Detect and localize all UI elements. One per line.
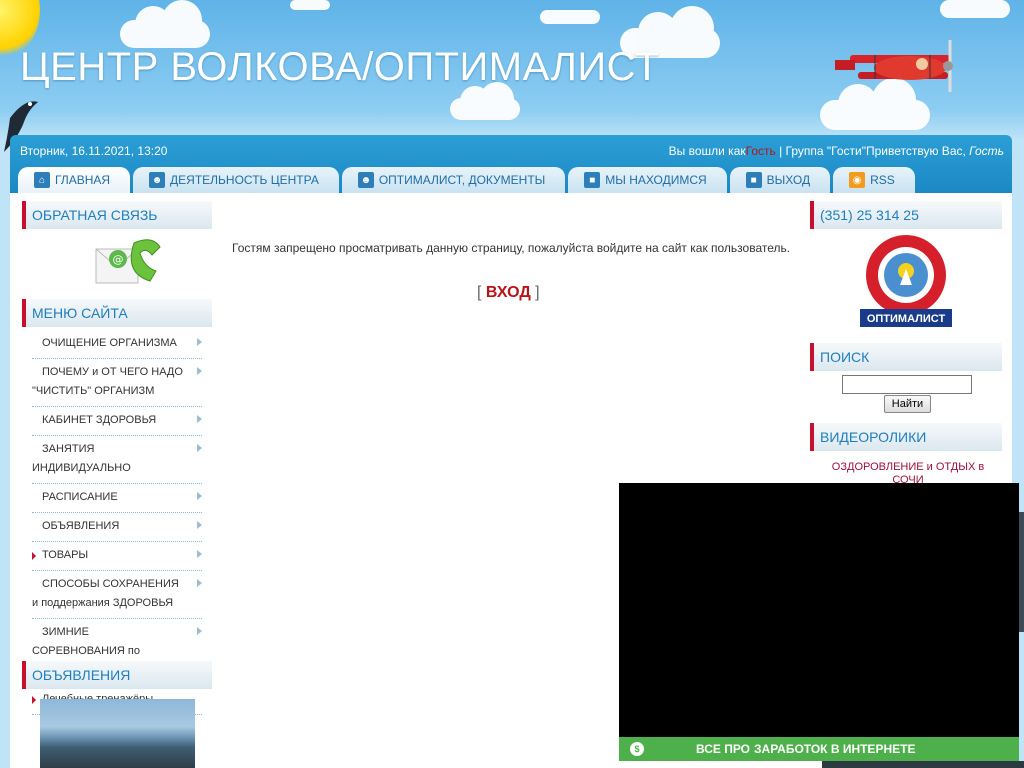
menu-item-health-methods[interactable]: СПОСОБЫ СОХРАНЕНИЯ и поддержания ЗДОРОВЬ… [32,571,202,619]
search-block-title: Поиск [810,343,1002,371]
menu-item-health-office[interactable]: КАБИНЕТ ЗДОРОВЬЯ [32,407,202,436]
chevron-right-icon [197,338,202,346]
bracket-open: [ [477,284,486,301]
chevron-right-icon [197,492,202,500]
feedback-mail-icon[interactable]: @ [94,237,162,291]
login-prefix: Вы вошли как [668,144,746,158]
optimalist-logo[interactable]: ОПТИМАЛИСТ [860,233,952,329]
menu-item-schedule[interactable]: РАСПИСАНИЕ [32,484,202,513]
site-title[interactable]: ЦЕНТР ВОЛКОВА/ОПТИМАЛИСТ [20,45,660,90]
svg-text:@: @ [113,253,124,266]
login-group: | Группа "Гости"Приветствую Вас, [775,144,970,158]
greeting-user: Гость [969,144,1004,158]
menu-item-label: ПОЧЕМУ и ОТ ЧЕГО НАДО "ЧИСТИТЬ" ОРГАНИЗМ [32,366,183,397]
menu-item-label: СПОСОБЫ СОХРАНЕНИЯ и поддержания ЗДОРОВЬ… [32,578,179,609]
video-promo-bar[interactable]: $ ВСЕ ПРО ЗАРАБОТОК В ИНТЕРНЕТЕ [619,737,1019,761]
site-menu: ОЧИЩЕНИЕ ОРГАНИЗМА ПОЧЕМУ и ОТ ЧЕГО НАДО… [32,330,202,715]
top-bar: Вторник, 16.11.2021, 13:20 Вы вошли какГ… [10,135,1012,193]
site-menu-title: Меню сайта [22,299,212,327]
tab-label: RSS [870,173,895,187]
tab-label: Главная [55,173,111,187]
cloud-decoration [120,0,210,48]
bracket-close: ] [530,284,540,301]
cloud-decoration [820,78,930,130]
cloud-decoration [290,0,330,10]
menu-item-announcements[interactable]: ОБЪЯВЛЕНИЯ [32,513,202,542]
videos-block-title: Видеоролики [810,423,1002,451]
promo-text: ВСЕ ПРО [696,742,751,756]
chevron-right-icon [197,521,202,529]
tab-center-activity[interactable]: ☻ Деятельность центра [133,167,339,193]
menu-item-label: ТОВАРЫ [42,549,89,561]
cloud-decoration [450,82,520,120]
tab-label: Мы находимся [605,173,707,187]
menu-item-why-cleanse[interactable]: ПОЧЕМУ и ОТ ЧЕГО НАДО "ЧИСТИТЬ" ОРГАНИЗМ [32,359,202,407]
chevron-right-icon [197,579,202,587]
chevron-right-icon [197,550,202,558]
tab-logout[interactable]: ■ Выход [729,167,831,193]
lock-icon: ■ [584,172,601,188]
search-button[interactable]: Найти [884,395,931,413]
date-time: Вторник, 16.11.2021, 13:20 [20,144,168,158]
phone-block: (351) 25 314 25 [810,201,1002,229]
chevron-right-icon [197,627,202,635]
user-icon: ☻ [357,172,374,188]
menu-item-label: ЗАНЯТИЯ ИНДИВИДУАЛЬНО [32,443,131,474]
phone-number: (351) 25 314 25 [820,207,919,223]
lock-icon: ■ [745,172,762,188]
site-header: ЦЕНТР ВОЛКОВА/ОПТИМАЛИСТ [0,0,1024,152]
tab-home[interactable]: ⌂ Главная [18,167,131,193]
edge-image [1019,512,1024,632]
bullet-icon [32,696,36,704]
menu-item-label: ОЧИЩЕНИЕ ОРГАНИЗМА [42,337,177,349]
login-user-link[interactable]: Гость [746,144,776,158]
login-info: Вы вошли какГость | Группа "Гости"Привет… [669,144,1004,158]
menu-item-individual-lessons[interactable]: ЗАНЯТИЯ ИНДИВИДУАЛЬНО [32,436,202,484]
menu-item-label: КАБИНЕТ ЗДОРОВЬЯ [42,414,157,426]
dollar-icon: $ [630,742,644,756]
menu-item-label: ОБЪЯВЛЕНИЯ [42,520,120,532]
bullet-icon [32,552,36,560]
tab-rss[interactable]: ◉ RSS [833,167,915,193]
login-link[interactable]: Вход [486,284,531,301]
rss-icon: ◉ [849,172,866,188]
ads-block-title: Объявления [22,661,212,689]
logo-text: ОПТИМАЛИСТ [867,313,946,325]
tab-label: Выход [766,173,811,187]
home-icon: ⌂ [34,172,50,188]
access-denied-message: Гостям запрещено просматривать данную ст… [232,241,791,255]
menu-item-label: РАСПИСАНИЕ [42,491,118,503]
edge-image [822,761,1024,768]
user-icon: ☻ [149,172,166,188]
cloud-decoration [940,0,1010,18]
chevron-right-icon [197,444,202,452]
tab-optimalist-documents[interactable]: ☻ Оптималист, документы [341,167,566,193]
menu-item-cleansing[interactable]: ОЧИЩЕНИЕ ОРГАНИЗМА [32,330,202,359]
chevron-right-icon [197,415,202,423]
feedback-block-title: Обратная связь [22,201,212,229]
menu-item-goods[interactable]: ТОВАРЫ [32,542,202,571]
promo-highlight: ЗАРАБОТОК В ИНТЕРНЕТЕ [754,742,916,756]
tab-label: Оптималист, документы [378,173,546,187]
main-nav-tabs: ⌂ Главная ☻ Деятельность центра ☻ Оптима… [18,167,918,193]
cloud-decoration [540,10,600,24]
chevron-right-icon [197,367,202,375]
airplane-illustration [835,40,953,92]
floating-video-player[interactable]: $ ВСЕ ПРО ЗАРАБОТОК В ИНТЕРНЕТЕ [619,483,1019,761]
tab-location[interactable]: ■ Мы находимся [568,167,727,193]
search-input[interactable] [842,375,972,394]
tab-label: Деятельность центра [170,173,319,187]
login-link-wrapper: [ Вход ] [477,284,540,302]
announcement-photo[interactable] [40,699,195,768]
